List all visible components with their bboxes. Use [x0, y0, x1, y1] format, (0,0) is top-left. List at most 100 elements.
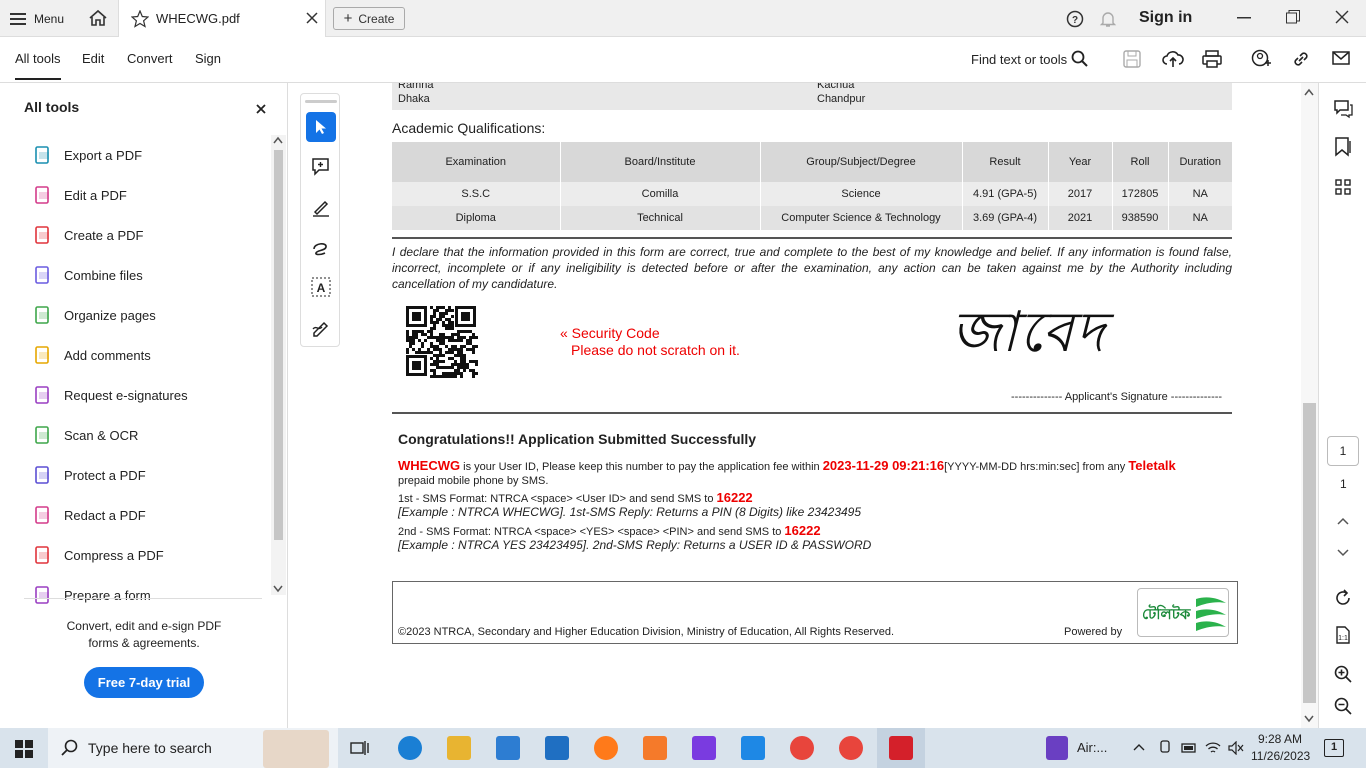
sidebar-item-label: Protect a PDF [64, 467, 146, 483]
chrome-icon[interactable] [790, 736, 814, 760]
table-cell: S.S.C [461, 188, 491, 200]
doc-scroll-down-icon[interactable] [1304, 715, 1314, 723]
sidebar-item-scan-ocr[interactable]: Scan & OCR [34, 423, 138, 447]
table-header: Examination [445, 156, 507, 168]
windows-start-icon[interactable] [15, 740, 33, 758]
declaration-text: I declare that the information provided … [392, 245, 1232, 291]
refresh-icon[interactable] [1334, 589, 1352, 607]
document-scrollbar[interactable] [1301, 83, 1318, 728]
menu-button[interactable]: Menu [10, 8, 64, 30]
sidebar-item-redact-a-pdf[interactable]: Redact a PDF [34, 503, 146, 527]
previous-page-icon[interactable] [1337, 517, 1349, 525]
close-panel-icon[interactable] [256, 104, 266, 114]
sidebar-item-edit-a-pdf[interactable]: Edit a PDF [34, 183, 127, 207]
cursor-icon [316, 120, 326, 134]
page-fit-icon[interactable]: 1:1 [1335, 626, 1351, 644]
tab-edit[interactable]: Edit [82, 51, 104, 66]
volume-muted-icon[interactable] [1228, 741, 1244, 755]
restore-icon[interactable] [1286, 10, 1300, 24]
thumbnails-icon[interactable] [1335, 179, 1351, 195]
highlight-tool[interactable] [306, 192, 336, 222]
upload-cloud-icon[interactable] [1162, 49, 1184, 69]
table-header: Duration [1167, 142, 1232, 182]
task-view-icon[interactable] [350, 739, 370, 757]
show-hidden-icons[interactable] [1133, 743, 1145, 751]
edge-icon[interactable] [398, 736, 422, 760]
select-tool[interactable] [306, 112, 336, 142]
store-icon[interactable] [496, 736, 520, 760]
pen-icon [313, 200, 329, 217]
file-explorer-icon[interactable] [447, 736, 471, 760]
sign-tool[interactable] [306, 312, 336, 342]
bell-icon[interactable] [1099, 10, 1117, 28]
sidebar-item-prepare-a-form[interactable]: Prepare a form [34, 583, 151, 607]
xampp-icon[interactable] [643, 736, 667, 760]
free-trial-button[interactable]: Free 7-day trial [84, 667, 204, 698]
table-header: Board/Institute [559, 142, 760, 182]
battery-icon[interactable] [1181, 741, 1197, 755]
weather-icon[interactable] [1046, 736, 1068, 760]
page-number-input[interactable]: 1 [1327, 436, 1359, 466]
taskbar-search-box[interactable]: Type here to search [48, 728, 338, 768]
text-recognition-tool[interactable]: A [306, 272, 336, 302]
tab-sign[interactable]: Sign [195, 51, 221, 66]
mail-app-icon[interactable] [545, 736, 569, 760]
clock-time[interactable]: 9:28 AM [1258, 732, 1302, 746]
mail-icon[interactable] [1332, 51, 1350, 65]
clock-date[interactable]: 11/26/2023 [1251, 749, 1310, 763]
acrobat-taskbar-button[interactable] [877, 728, 925, 768]
weather-label[interactable]: Air:... [1077, 740, 1107, 755]
link-icon[interactable] [1292, 50, 1310, 68]
msg-part-2: [YYYY-MM-DD hrs:min:sec] from any [944, 461, 1129, 473]
tab-all-tools[interactable]: All tools [15, 51, 61, 80]
sidebar-item-organize-pages[interactable]: Organize pages [34, 303, 156, 327]
chrome-profile-icon[interactable] [839, 736, 863, 760]
sms1-text: 1st - SMS Format: NTRCA <space> <User ID… [398, 493, 717, 505]
close-window-icon[interactable] [1335, 10, 1349, 24]
sidebar-item-request-e-signatures[interactable]: Request e-signatures [34, 383, 188, 407]
comments-panel-icon[interactable] [1333, 99, 1353, 119]
taskbar-search-icon [61, 739, 78, 756]
sidebar-item-compress-a-pdf[interactable]: Compress a PDF [34, 543, 164, 567]
help-icon[interactable]: ? [1066, 10, 1084, 28]
search-icon[interactable] [1071, 50, 1089, 68]
sidebar-item-combine-files[interactable]: Combine files [34, 263, 143, 287]
vscode-icon[interactable] [741, 736, 765, 760]
comment-tool[interactable] [306, 152, 336, 182]
acrobat-icon [889, 736, 913, 760]
wifi-icon[interactable] [1205, 741, 1221, 755]
save-icon[interactable] [1123, 50, 1141, 68]
firefox-icon[interactable] [594, 736, 618, 760]
create-button[interactable]: + Create [333, 7, 405, 30]
zoom-out-icon[interactable] [1334, 697, 1352, 715]
bookmarks-icon[interactable] [1334, 137, 1352, 157]
sidebar-item-add-comments[interactable]: Add comments [34, 343, 151, 367]
sidebar-item-create-a-pdf[interactable]: Create a PDF [34, 223, 143, 247]
find-tools-label[interactable]: Find text or tools [971, 52, 1067, 67]
sign-in-link[interactable]: Sign in [1139, 9, 1192, 27]
scroll-down-icon[interactable] [273, 585, 283, 593]
print-icon[interactable] [1202, 50, 1222, 68]
sidebar-item-protect-a-pdf[interactable]: Protect a PDF [34, 463, 146, 487]
phpstorm-icon[interactable] [692, 736, 716, 760]
sidebar-item-label: Organize pages [64, 307, 156, 323]
draw-tool[interactable] [306, 232, 336, 262]
next-page-icon[interactable] [1337, 549, 1349, 557]
star-icon[interactable] [131, 10, 149, 28]
promo-line-2: forms & agreements. [88, 636, 200, 650]
tab-convert[interactable]: Convert [127, 51, 173, 66]
scroll-up-icon[interactable] [273, 136, 283, 144]
minimize-icon[interactable] [1237, 17, 1251, 19]
close-tab-icon[interactable] [306, 12, 318, 24]
msg-part-1: is your User ID, Please keep this number… [460, 461, 823, 473]
sidebar-item-export-a-pdf[interactable]: Export a PDF [34, 143, 142, 167]
home-icon[interactable] [88, 9, 108, 30]
notification-center-icon[interactable]: 1 [1324, 739, 1344, 757]
doc-scroll-up-icon[interactable] [1304, 88, 1314, 96]
zoom-in-icon[interactable] [1334, 665, 1352, 683]
share-user-icon[interactable] [1251, 49, 1271, 69]
sidebar-scrollbar[interactable] [271, 135, 286, 595]
meet-now-icon[interactable] [1158, 740, 1172, 756]
document-tab[interactable]: WHECWG.pdf [118, 0, 326, 37]
table-header: Year [1047, 142, 1112, 182]
